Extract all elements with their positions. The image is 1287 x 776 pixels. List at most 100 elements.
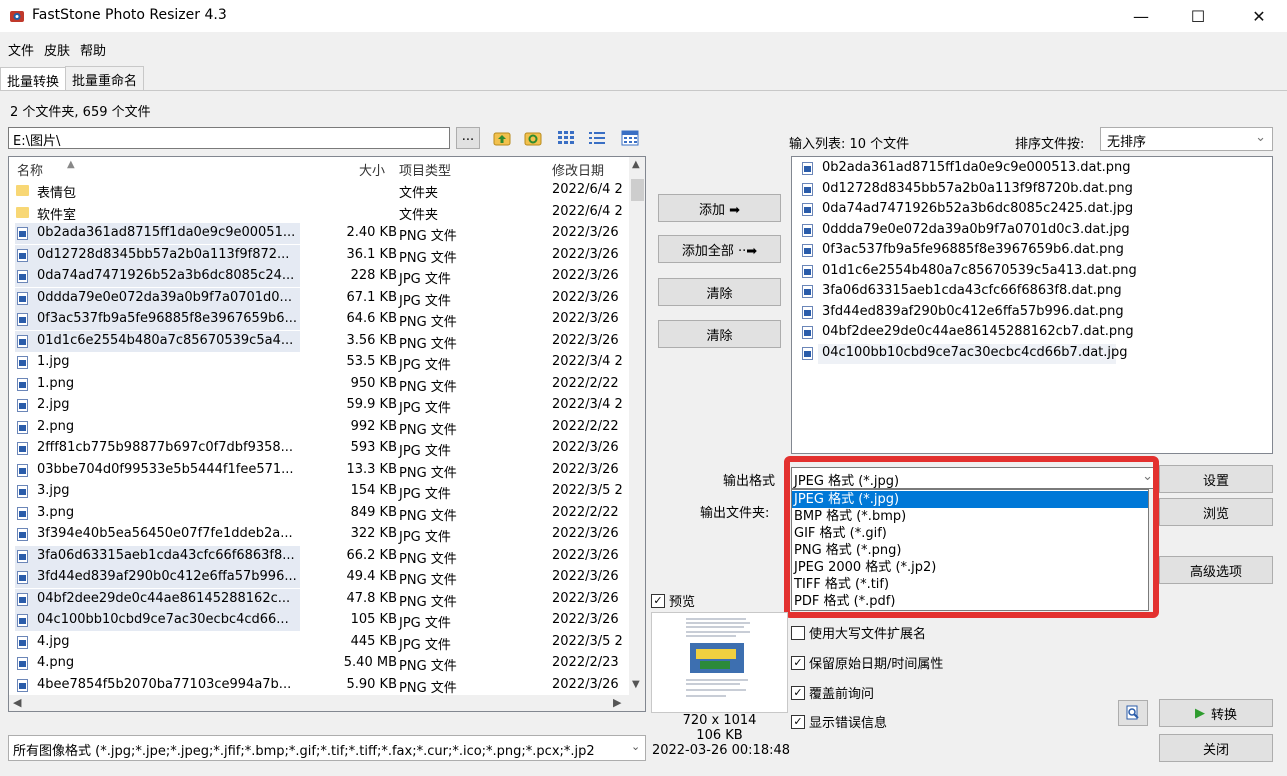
vertical-scrollbar[interactable]: ▲ ▼ [629, 157, 645, 695]
file-row[interactable]: 4bee7854f5b2070ba77103ce994a7b... 5.90 KB… [9, 675, 629, 697]
ask-overwrite-label: 覆盖前询问 [809, 687, 875, 702]
file-size: 3.56 KB [346, 332, 397, 348]
input-file-list[interactable]: 0b2ada361ad8715ff1da0e9c9e000513.dat.png… [791, 156, 1273, 454]
input-list-item[interactable]: 04bf2dee29de0c44ae86145288162cb7.dat.png [792, 323, 1252, 344]
file-row[interactable]: 04bf2dee29de0c44ae86145288162c... 47.8 KB… [9, 588, 629, 611]
file-row[interactable]: 03bbe704d0f99533e5b5444f1fee571... 13.3 K… [9, 460, 629, 482]
input-list-item[interactable]: 0b2ada361ad8715ff1da0e9c9e000513.dat.png [792, 159, 1252, 180]
input-list-item[interactable]: 0da74ad7471926b52a3b6dc8085c2425.dat.jpg [792, 200, 1252, 221]
tab-batch-convert[interactable]: 批量转换 [0, 67, 67, 91]
file-row[interactable]: 4.png 5.40 MB PNG 文件 2022/2/23 [9, 653, 629, 675]
horizontal-scrollbar[interactable]: ◀ ▶ [9, 695, 645, 711]
column-date[interactable]: 修改日期 [552, 160, 604, 179]
keep-date-label: 保留原始日期/时间属性 [809, 657, 944, 672]
preview-zoom-button[interactable] [1118, 700, 1148, 726]
file-row[interactable]: 表情包 文件夹 2022/6/4 2 [9, 180, 629, 202]
file-type: JPG 文件 [399, 487, 451, 502]
show-errors-checkbox[interactable]: ✓ 显示错误信息 [791, 712, 887, 731]
file-date: 2022/3/26 [552, 268, 619, 283]
clear-all-button[interactable]: 清除 [658, 320, 781, 348]
chevron-down-icon[interactable]: ⌄ [631, 740, 640, 753]
keep-date-checkbox[interactable]: ✓ 保留原始日期/时间属性 [791, 653, 943, 672]
file-name: 表情包 [37, 186, 77, 201]
ask-overwrite-checkbox[interactable]: ✓ 覆盖前询问 [791, 683, 874, 702]
input-list-item[interactable]: 0d12728d8345bb57a2b0a113f9f8720b.dat.png [792, 180, 1252, 201]
file-date: 2022/2/22 [552, 504, 619, 520]
scroll-up-icon[interactable]: ▲ [632, 159, 640, 170]
details-view-icon[interactable] [620, 129, 640, 147]
file-type: PNG 文件 [399, 508, 457, 524]
output-format-label: 输出格式 [723, 474, 776, 489]
up-folder-icon[interactable] [492, 129, 512, 147]
file-row[interactable]: 0da74ad7471926b52a3b6dc8085c24... 228 KB J… [9, 266, 629, 288]
file-row[interactable]: 1.png 950 KB PNG 文件 2022/2/22 [9, 374, 629, 396]
close-window-button[interactable]: ✕ [1236, 0, 1282, 32]
clear-button[interactable]: 清除 [658, 278, 781, 306]
browse-path-button[interactable]: ... [456, 127, 480, 149]
browse-folder-button[interactable]: 浏览 [1159, 498, 1273, 526]
annotation-highlight-box [784, 456, 1159, 618]
file-row[interactable]: 04c100bb10cbd9ce7ac30ecbc4cd66... 105 KB J… [9, 610, 629, 632]
scroll-right-icon[interactable]: ▶ [613, 696, 621, 709]
file-row[interactable]: 0ddda79e0e072da39a0b9f7a0701d0... 67.1 KB… [9, 287, 629, 310]
file-row[interactable]: 2.png 992 KB PNG 文件 2022/2/22 [9, 417, 629, 439]
scroll-left-icon[interactable]: ◀ [13, 696, 21, 709]
maximize-button[interactable]: ☐ [1175, 0, 1221, 32]
file-row[interactable]: 1.jpg 53.5 KB JPG 文件 2022/3/4 2 [9, 352, 629, 374]
settings-button[interactable]: 设置 [1159, 465, 1273, 493]
file-row[interactable]: 3.jpg 154 KB JPG 文件 2022/3/5 2 [9, 481, 629, 503]
column-name[interactable]: 名称 [17, 160, 43, 179]
add-all-button[interactable]: 添加全部 ··➡ [658, 235, 781, 263]
file-type: 文件夹 [399, 186, 439, 201]
file-date: 2022/3/4 2 [552, 354, 623, 369]
column-size[interactable]: 大小 [359, 160, 385, 179]
input-list-item[interactable]: 04c100bb10cbd9ce7ac30ecbc4cd66b7.dat.jpg [792, 343, 1252, 365]
file-date: 2022/3/4 2 [552, 397, 623, 412]
refresh-icon[interactable] [523, 129, 543, 147]
file-row[interactable]: 0b2ada361ad8715ff1da0e9c9e00051... 2.40 K… [9, 223, 629, 245]
sort-select[interactable]: 无排序 ⌄ [1100, 127, 1273, 151]
file-date: 2022/3/26 [552, 590, 619, 606]
menu-skin[interactable]: 皮肤 [40, 38, 74, 60]
input-list-item[interactable]: 0f3ac537fb9a5fe96885f8e3967659b6.dat.png [792, 241, 1252, 262]
file-type-filter[interactable]: 所有图像格式 (*.jpg;*.jpe;*.jpeg;*.jfif;*.bmp;… [8, 735, 646, 761]
input-file-name: 0f3ac537fb9a5fe96885f8e3967659b6.dat.png [822, 242, 1124, 257]
menu-help[interactable]: 帮助 [76, 38, 110, 60]
file-row[interactable]: 0d12728d8345bb57a2b0a113f9f872... 36.1 KB… [9, 244, 629, 267]
input-list-item[interactable]: 3fa06d63315aeb1cda43cfc66f6863f8.dat.png [792, 282, 1252, 303]
file-row[interactable]: 4.jpg 445 KB JPG 文件 2022/3/5 2 [9, 632, 629, 654]
scroll-thumb[interactable] [631, 179, 644, 201]
advanced-options-button[interactable]: 高级选项 [1159, 556, 1273, 584]
add-button[interactable]: 添加 ➡ [658, 194, 781, 222]
mode-tabs: 批量转换 批量重命名 [0, 66, 145, 91]
convert-button[interactable]: ▶ 转换 [1159, 699, 1273, 727]
file-size: 53.5 KB [346, 354, 397, 369]
file-row[interactable]: 2.jpg 59.9 KB JPG 文件 2022/3/4 2 [9, 395, 629, 417]
minimize-button[interactable]: — [1118, 0, 1164, 32]
file-row[interactable]: 0f3ac537fb9a5fe96885f8e3967659b6... 64.6 … [9, 309, 629, 331]
close-button[interactable]: 关闭 [1159, 734, 1273, 762]
column-type[interactable]: 项目类型 [399, 160, 451, 179]
file-date: 2022/6/4 2 [552, 203, 623, 219]
uppercase-ext-checkbox[interactable]: 使用大写文件扩展名 [791, 623, 926, 642]
file-row[interactable]: 3.png 849 KB PNG 文件 2022/2/22 [9, 503, 629, 525]
input-list-item[interactable]: 3fd44ed839af290b0c412e6ffa57b996.dat.png [792, 303, 1252, 324]
path-input[interactable]: E:\图片\ [8, 127, 450, 149]
preview-checkbox[interactable]: ✓ 预览 [651, 591, 695, 610]
file-row[interactable]: 软件室 文件夹 2022/6/4 2 [9, 202, 629, 224]
input-list-item[interactable]: 01d1c6e2554b480a7c85670539c5a413.dat.png [792, 262, 1252, 283]
file-row[interactable]: 01d1c6e2554b480a7c85670539c5a4... 3.56 KB… [9, 330, 629, 353]
folder-icon [16, 185, 29, 196]
file-row[interactable]: 3fd44ed839af290b0c412e6ffa57b996... 49.4 … [9, 567, 629, 589]
thumbnail-view-icon[interactable] [556, 129, 576, 147]
scroll-down-icon[interactable]: ▼ [632, 679, 640, 690]
file-row[interactable]: 3fa06d63315aeb1cda43cfc66f6863f8... 66.2 … [9, 545, 629, 568]
list-view-icon[interactable] [587, 129, 607, 147]
input-list-item[interactable]: 0ddda79e0e072da39a0b9f7a0701d0c3.dat.jpg [792, 221, 1252, 242]
file-row[interactable]: 3f394e40b5ea56450e07f7fe1ddeb2a... 322 KB… [9, 524, 629, 546]
menu-file[interactable]: 文件 [4, 38, 38, 60]
file-type: JPG 文件 [399, 530, 451, 545]
tab-batch-rename[interactable]: 批量重命名 [65, 66, 145, 90]
file-list[interactable]: 名称 ▲ 大小 项目类型 修改日期 表情包 文件夹 2022/6/4 2 软件室 文件夹… [8, 156, 646, 712]
file-row[interactable]: 2fff81cb775b98877b697c0f7dbf9358... 593 K… [9, 438, 629, 460]
